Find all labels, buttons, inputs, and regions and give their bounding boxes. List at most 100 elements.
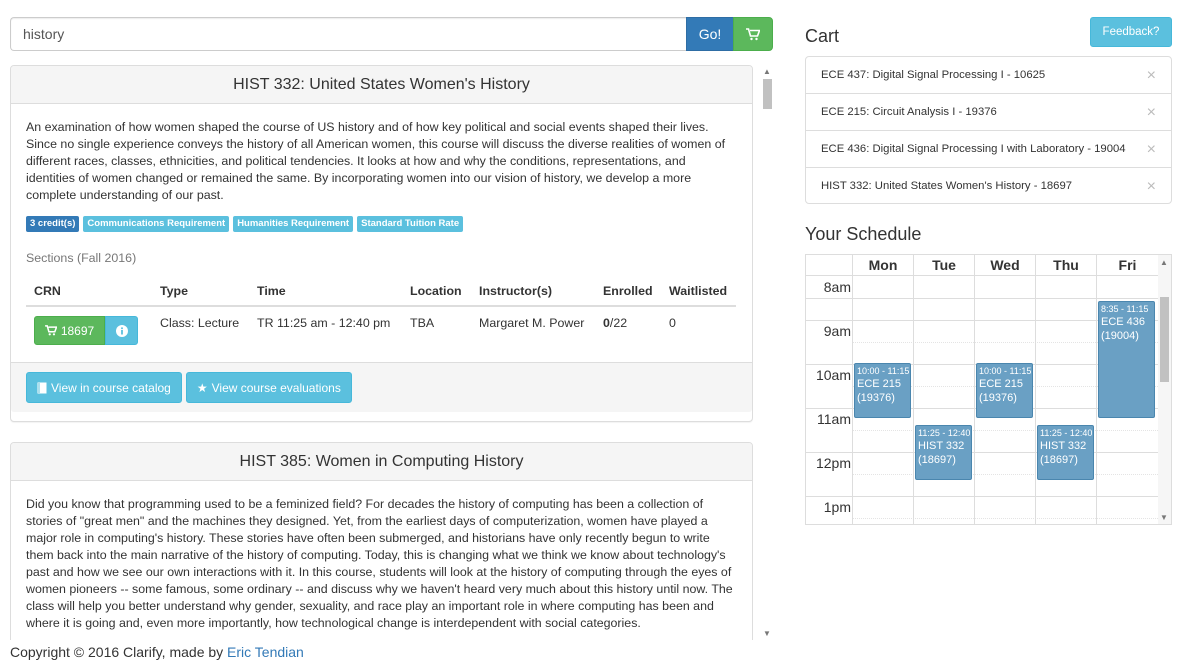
hour-line: [806, 452, 1158, 453]
schedule-event[interactable]: 11:25 - 12:40 HIST 332 (18697): [1037, 425, 1094, 480]
day-header-mon: Mon: [852, 255, 913, 276]
course-labels: 3 credit(s) Communications Requirement H…: [26, 216, 737, 232]
remove-icon[interactable]: ×: [1147, 142, 1156, 158]
time-label: 11am: [817, 411, 851, 427]
section-instructor: Margaret M. Power: [471, 305, 595, 354]
schedule-event[interactable]: 10:00 - 11:15 ECE 215 (19376): [854, 363, 911, 418]
remove-icon[interactable]: ×: [1147, 68, 1156, 84]
half-hour-line: [852, 474, 1158, 475]
course-panel: HIST 385: Women in Computing History Did…: [10, 442, 753, 640]
cart-item[interactable]: ECE 215: Circuit Analysis I - 19376 ×: [806, 94, 1171, 131]
tuition-badge: Standard Tuition Rate: [357, 216, 464, 232]
go-button[interactable]: Go!: [686, 17, 734, 51]
section-enrolled: 0/22: [595, 305, 661, 354]
crn-label: 18697: [60, 323, 95, 338]
cart-item-label: ECE 437: Digital Signal Processing I - 1…: [821, 69, 1046, 81]
event-crn: (18697): [1040, 454, 1078, 466]
day-header-tue: Tue: [913, 255, 974, 276]
schedule-title: Your Schedule: [805, 224, 922, 244]
course-actions: View in course catalog ★ View course eva…: [11, 362, 752, 412]
cart-button[interactable]: [733, 17, 773, 51]
requirement-badge: Humanities Requirement: [233, 216, 354, 232]
event-time: 10:00 - 11:15: [857, 366, 910, 376]
time-label: 10am: [815, 367, 851, 383]
schedule-event[interactable]: 11:25 - 12:40 HIST 332 (18697): [915, 425, 972, 480]
scroll-up-icon[interactable]: ▲: [1160, 259, 1168, 267]
section-waitlisted: 0: [661, 305, 736, 354]
course-panel: HIST 332: United States Women's History …: [10, 65, 753, 422]
schedule-grid[interactable]: Mon Tue Wed Thu Fri 8am 9am 10am 11am 12…: [805, 254, 1172, 525]
remove-icon[interactable]: ×: [1147, 179, 1156, 195]
results-pane[interactable]: HIST 332: United States Women's History …: [10, 65, 753, 640]
schedule-scrollbar[interactable]: ▲ ▼: [1158, 255, 1171, 524]
capacity: /22: [609, 316, 628, 330]
time-label: 9am: [823, 323, 851, 339]
schedule-event[interactable]: 10:00 - 11:15 ECE 215 (19376): [976, 363, 1033, 418]
author-link[interactable]: Eric Tendian: [227, 644, 304, 660]
cart-item-label: ECE 436: Digital Signal Processing I wit…: [821, 143, 1126, 155]
view-evaluations-label: View course evaluations: [211, 380, 341, 395]
view-catalog-label: View in course catalog: [51, 380, 171, 395]
cart-list: ECE 437: Digital Signal Processing I - 1…: [805, 56, 1172, 204]
event-course: ECE 436: [1101, 316, 1146, 328]
cart-item[interactable]: HIST 332: United States Women's History …: [806, 168, 1171, 203]
sections-title: Sections (Fall 2016): [26, 251, 137, 265]
event-time: 11:25 - 12:40: [918, 428, 971, 438]
day-divider: [1035, 255, 1036, 524]
add-section-button[interactable]: 18697: [34, 316, 105, 345]
cart-title: Cart: [805, 26, 840, 46]
credits-badge: 3 credit(s): [26, 216, 80, 232]
scroll-down-icon[interactable]: ▼: [763, 630, 771, 638]
sections-table: CRN Type Time Location Instructor(s) Enr…: [26, 277, 736, 354]
requirement-badge: Communications Requirement: [83, 216, 230, 232]
scroll-down-icon[interactable]: ▼: [1160, 514, 1168, 522]
section-info-button[interactable]: [105, 316, 138, 345]
cart-item[interactable]: ECE 436: Digital Signal Processing I wit…: [806, 131, 1171, 168]
section-time: TR 11:25 am - 12:40 pm: [249, 305, 402, 354]
day-divider: [1096, 255, 1097, 524]
footer: Copyright © 2016 Clarify, made by Eric T…: [10, 644, 304, 660]
half-hour-line: [852, 518, 1158, 519]
feedback-button[interactable]: Feedback?: [1090, 17, 1172, 47]
day-header-wed: Wed: [974, 255, 1035, 276]
day-header-thu: Thu: [1035, 255, 1096, 276]
results-scrollbar[interactable]: ▲ ▼: [761, 65, 775, 640]
enrolled-count: 0: [603, 316, 610, 330]
event-course: HIST 332: [1040, 440, 1087, 452]
cart-item[interactable]: ECE 437: Digital Signal Processing I - 1…: [806, 57, 1171, 94]
event-course: HIST 332: [918, 440, 965, 452]
day-divider: [974, 255, 975, 524]
view-evaluations-button[interactable]: ★ View course evaluations: [185, 372, 352, 403]
hour-line: [806, 298, 1158, 299]
event-course: ECE 215: [857, 378, 902, 390]
column-header: Enrolled: [595, 277, 661, 307]
search-input[interactable]: [10, 17, 687, 51]
course-title: HIST 385: Women in Computing History: [11, 443, 752, 481]
course-title: HIST 332: United States Women's History: [11, 66, 752, 104]
column-header: Type: [152, 277, 249, 307]
star-icon: ★: [196, 380, 208, 395]
event-crn: (18697): [918, 454, 956, 466]
time-label: 8am: [823, 279, 851, 295]
column-header: Instructor(s): [471, 277, 595, 307]
section-type: Class: Lecture: [152, 305, 249, 354]
scrollbar-thumb[interactable]: [1160, 297, 1169, 382]
day-divider: [913, 255, 914, 524]
column-header: Time: [249, 277, 402, 307]
remove-icon[interactable]: ×: [1147, 105, 1156, 121]
schedule-event[interactable]: 8:35 - 11:15 ECE 436 (19004): [1098, 301, 1155, 418]
hour-line: [806, 496, 1158, 497]
scrollbar-thumb[interactable]: [763, 79, 772, 109]
view-catalog-button[interactable]: View in course catalog: [26, 372, 182, 403]
course-description: Did you know that programming used to be…: [26, 497, 733, 630]
event-time: 8:35 - 11:15: [1101, 304, 1149, 314]
shopping-cart-icon: [44, 325, 57, 336]
footer-text: Copyright © 2016 Clarify, made by: [10, 644, 228, 660]
schedule-header: Mon Tue Wed Thu Fri: [806, 255, 1171, 276]
course-description: An examination of how women shaped the c…: [26, 120, 726, 202]
cart-item-label: HIST 332: United States Women's History …: [821, 180, 1073, 192]
scroll-up-icon[interactable]: ▲: [763, 68, 771, 76]
column-header: Waitlisted: [661, 277, 736, 307]
info-icon: [115, 324, 128, 337]
section-location: TBA: [402, 305, 471, 354]
